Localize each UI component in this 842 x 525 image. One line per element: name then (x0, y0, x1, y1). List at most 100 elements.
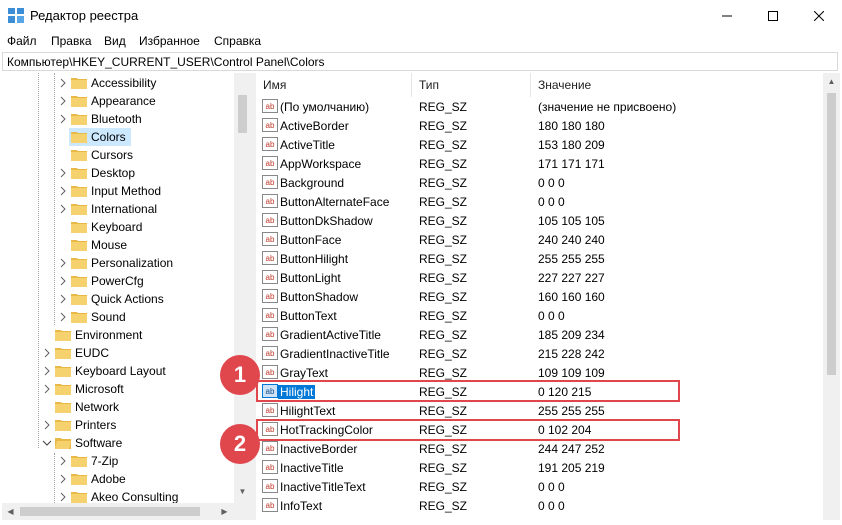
table-row[interactable]: ab ActiveTitle REG_SZ 153 180 209 (256, 135, 823, 154)
tree-item-label: PowerCfg (91, 274, 144, 288)
tree-item-keyboard-layout[interactable]: Keyboard Layout (2, 362, 234, 380)
chevron-down-icon[interactable] (42, 437, 52, 449)
chevron-right-icon[interactable] (42, 383, 52, 395)
tree-scroll-thumb[interactable] (238, 95, 247, 133)
menu-favorites[interactable]: Избранное (139, 34, 200, 48)
tree-horizontal-scrollbar[interactable]: ◀ ▶ (2, 503, 251, 520)
menu-help[interactable]: Справка (214, 34, 261, 48)
scroll-down-icon[interactable]: ▼ (234, 487, 251, 496)
address-bar[interactable]: Компьютер\HKEY_CURRENT_USER\Control Pane… (2, 52, 838, 71)
tree-item-international[interactable]: International (2, 200, 234, 218)
tree-item-environment[interactable]: Environment (2, 326, 234, 344)
chevron-right-icon[interactable] (58, 275, 68, 287)
tree-item-quick-actions[interactable]: Quick Actions (2, 290, 234, 308)
tree-item-microsoft[interactable]: Microsoft (2, 380, 234, 398)
table-row[interactable]: ab ButtonShadow REG_SZ 160 160 160 (256, 287, 823, 306)
folder-icon (71, 114, 87, 125)
scroll-right-icon[interactable]: ▶ (216, 507, 233, 516)
cell-name: ActiveTitle (280, 138, 335, 152)
minimize-button[interactable] (704, 0, 750, 31)
cell-value: 109 109 109 (538, 366, 605, 380)
column-separator[interactable] (530, 73, 531, 97)
chevron-right-icon[interactable] (42, 365, 52, 377)
table-row[interactable]: ab GradientActiveTitle REG_SZ 185 209 23… (256, 325, 823, 344)
menu-view[interactable]: Вид (104, 34, 126, 48)
chevron-right-icon[interactable] (58, 95, 68, 107)
list-vertical-scrollbar[interactable]: ▲ (823, 73, 840, 520)
svg-text:ab: ab (266, 311, 275, 320)
tree-item-colors[interactable]: Colors (2, 128, 234, 146)
tree-item-mouse[interactable]: Mouse (2, 236, 234, 254)
table-row[interactable]: ab InfoText REG_SZ 0 0 0 (256, 496, 823, 515)
table-row[interactable]: ab AppWorkspace REG_SZ 171 171 171 (256, 154, 823, 173)
list-scroll-thumb[interactable] (827, 93, 836, 375)
table-row[interactable]: ab HilightText REG_SZ 255 255 255 (256, 401, 823, 420)
chevron-right-icon[interactable] (58, 77, 68, 89)
chevron-right-icon[interactable] (42, 347, 52, 359)
chevron-right-icon[interactable] (58, 167, 68, 179)
chevron-right-icon[interactable] (58, 203, 68, 215)
menu-edit[interactable]: Правка (51, 34, 92, 48)
cell-name: HilightText (280, 404, 336, 418)
tree-item-label: Quick Actions (91, 292, 164, 306)
table-row[interactable]: ab GradientInactiveTitle REG_SZ 215 228 … (256, 344, 823, 363)
scroll-up-icon[interactable]: ▲ (823, 77, 840, 86)
table-row[interactable]: ab Background REG_SZ 0 0 0 (256, 173, 823, 192)
scroll-left-icon[interactable]: ◀ (2, 507, 19, 516)
tree-item-personalization[interactable]: Personalization (2, 254, 234, 272)
column-name[interactable]: Имя (263, 78, 286, 92)
highlight-box-hottrackingcolor (256, 419, 680, 441)
column-value[interactable]: Значение (538, 78, 591, 92)
column-type[interactable]: Тип (419, 78, 439, 92)
column-separator[interactable] (411, 73, 412, 97)
table-row[interactable]: ab (По умолчанию) REG_SZ (значение не пр… (256, 97, 823, 116)
chevron-right-icon[interactable] (58, 455, 68, 467)
chevron-right-icon[interactable] (58, 311, 68, 323)
tree-item-bluetooth[interactable]: Bluetooth (2, 110, 234, 128)
tree-item-desktop[interactable]: Desktop (2, 164, 234, 182)
tree-item-sound[interactable]: Sound (2, 308, 234, 326)
tree-item-adobe[interactable]: Adobe (2, 470, 234, 488)
close-button[interactable] (796, 0, 842, 31)
tree-item-label: Akeo Consulting (91, 490, 179, 504)
tree-item-7zip[interactable]: 7-Zip (2, 452, 234, 470)
tree-item-software[interactable]: Software (2, 434, 234, 452)
chevron-right-icon[interactable] (58, 257, 68, 269)
tree-item-accessibility[interactable]: Accessibility (2, 74, 234, 92)
chevron-right-icon[interactable] (58, 185, 68, 197)
key-tree: Accessibility Appearance Bluetooth Color… (2, 73, 251, 520)
tree-item-input-method[interactable]: Input Method (2, 182, 234, 200)
chevron-right-icon[interactable] (58, 473, 68, 485)
table-row[interactable]: ab ButtonHilight REG_SZ 255 255 255 (256, 249, 823, 268)
table-row[interactable]: ab ButtonFace REG_SZ 240 240 240 (256, 230, 823, 249)
chevron-right-icon[interactable] (58, 293, 68, 305)
svg-text:ab: ab (266, 482, 275, 491)
menu-file[interactable]: Файл (7, 34, 37, 48)
tree-item-appearance[interactable]: Appearance (2, 92, 234, 110)
tree-item-network[interactable]: Network (2, 398, 234, 416)
table-row[interactable]: ab ButtonDkShadow REG_SZ 105 105 105 (256, 211, 823, 230)
values-list: Имя Тип Значение ab (По умолчанию) REG_S… (256, 73, 840, 520)
folder-icon (71, 168, 87, 179)
tree-hscroll-thumb[interactable] (20, 507, 200, 516)
tree-item-keyboard[interactable]: Keyboard (2, 218, 234, 236)
maximize-button[interactable] (750, 0, 796, 31)
chevron-right-icon[interactable] (58, 491, 68, 503)
table-row[interactable]: ab ActiveBorder REG_SZ 180 180 180 (256, 116, 823, 135)
cell-type: REG_SZ (419, 233, 468, 247)
tree-item-cursors[interactable]: Cursors (2, 146, 234, 164)
tree-item-eudc[interactable]: EUDC (2, 344, 234, 362)
string-value-icon: ab (262, 194, 278, 208)
tree-item-label: Microsoft (75, 382, 124, 396)
tree-item-label: Printers (75, 418, 117, 432)
table-row[interactable]: ab ButtonText REG_SZ 0 0 0 (256, 306, 823, 325)
tree-item-powercfg[interactable]: PowerCfg (2, 272, 234, 290)
tree-item-printers[interactable]: Printers (2, 416, 234, 434)
chevron-right-icon[interactable] (58, 113, 68, 125)
table-row[interactable]: ab ButtonLight REG_SZ 227 227 227 (256, 268, 823, 287)
table-row[interactable]: ab InactiveBorder REG_SZ 244 247 252 (256, 439, 823, 458)
table-row[interactable]: ab InactiveTitle REG_SZ 191 205 219 (256, 458, 823, 477)
table-row[interactable]: ab InactiveTitleText REG_SZ 0 0 0 (256, 477, 823, 496)
chevron-right-icon[interactable] (42, 419, 52, 431)
table-row[interactable]: ab ButtonAlternateFace REG_SZ 0 0 0 (256, 192, 823, 211)
